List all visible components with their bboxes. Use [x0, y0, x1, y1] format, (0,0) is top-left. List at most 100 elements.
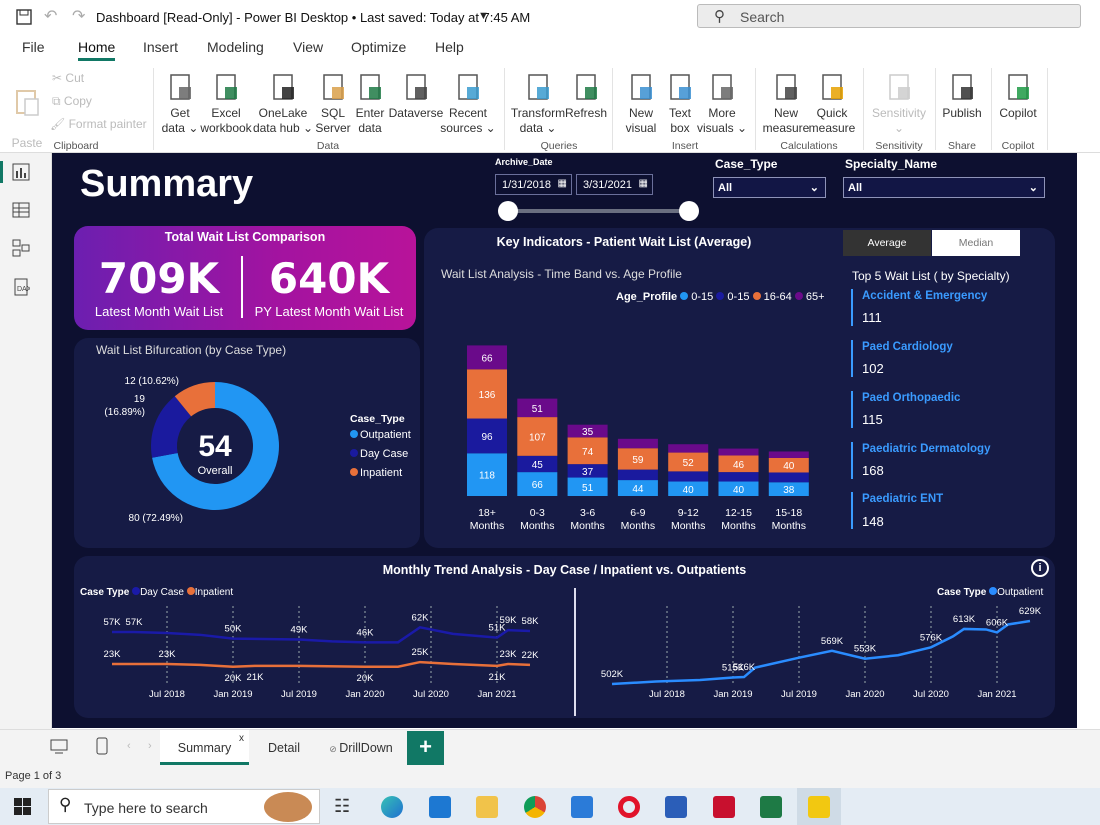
tab-detail[interactable]: Detail: [252, 730, 316, 765]
undo-icon[interactable]: ↶: [44, 6, 57, 26]
legend-item[interactable]: Outpatient: [986, 587, 1043, 598]
bar-segment: [618, 439, 658, 448]
copy-button[interactable]: ⧉ Copy: [52, 94, 92, 109]
specialty-name-dropdown[interactable]: All⌄: [843, 177, 1045, 198]
menu-help[interactable]: Help: [435, 39, 464, 55]
dax-query-view-icon[interactable]: DAX: [12, 278, 30, 296]
legend-item[interactable]: Inpatient: [350, 467, 411, 479]
legend-item[interactable]: 0-15: [677, 291, 713, 303]
add-page-button[interactable]: +: [407, 731, 444, 765]
close-tab-icon[interactable]: x: [239, 733, 244, 744]
latest-month-label: Latest Month Wait List: [74, 304, 244, 319]
x-axis-tick-label: Months: [470, 520, 504, 532]
store-icon[interactable]: [571, 796, 593, 818]
previous-page-icon[interactable]: ‹: [127, 740, 131, 752]
legend-item[interactable]: Day Case: [129, 587, 184, 598]
sensitivity-button[interactable]: Sensitivity ⌄: [863, 72, 935, 136]
legend-label: 0-15: [691, 291, 713, 303]
mobile-layout-icon[interactable]: [96, 737, 108, 755]
taskbar-search-box[interactable]: ⚲ Type here to search: [48, 789, 320, 824]
tab-summary[interactable]: Summary x: [160, 730, 249, 765]
table-view-icon[interactable]: [12, 201, 30, 219]
word-icon[interactable]: [665, 796, 687, 818]
search-box[interactable]: ⚲ Search: [697, 4, 1081, 28]
legend-item[interactable]: 0-15: [713, 291, 749, 303]
bar-data-label: 52: [683, 458, 695, 469]
save-icon[interactable]: [16, 9, 32, 25]
desktop-layout-icon[interactable]: [50, 739, 68, 755]
cut-button[interactable]: ✂ Cut: [52, 71, 84, 85]
task-view-icon[interactable]: ☷: [334, 796, 350, 817]
menu-view[interactable]: View: [293, 39, 323, 55]
quick-measure-button[interactable]: Quick measure: [796, 72, 868, 136]
legend-dot: [989, 587, 997, 595]
date-range-start-handle[interactable]: [498, 201, 518, 221]
calendar-icon[interactable]: ▦: [639, 178, 648, 189]
average-toggle-button[interactable]: Average: [843, 230, 931, 256]
key-indicators-title: Key Indicators - Patient Wait List (Aver…: [424, 235, 824, 249]
chrome-icon[interactable]: [524, 796, 546, 818]
menu-insert[interactable]: Insert: [143, 39, 178, 55]
windows-start-icon[interactable]: [14, 798, 31, 815]
tab-drilldown[interactable]: ⊘ DrillDown: [318, 730, 404, 765]
excel-icon[interactable]: [760, 796, 782, 818]
donut-center-label: Overall: [198, 465, 233, 477]
format-painter-button[interactable]: 🖌 Format painter: [50, 117, 147, 131]
bar-data-label: 51: [582, 483, 594, 494]
calendar-icon[interactable]: ▦: [558, 178, 567, 189]
bar-chart-title: Wait List Analysis - Time Band vs. Age P…: [441, 267, 682, 281]
file-explorer-icon[interactable]: [476, 796, 498, 818]
title-dropdown-icon[interactable]: ▼: [478, 10, 489, 22]
acrobat-icon[interactable]: [713, 796, 735, 818]
specialty-name[interactable]: Paed Cardiology: [862, 341, 953, 353]
redo-icon[interactable]: ↷: [72, 6, 85, 26]
more-visuals-icon: [707, 72, 737, 102]
menu-home[interactable]: Home: [78, 39, 115, 61]
legend-title: Case Type: [80, 587, 129, 598]
copilot-button[interactable]: Copilot: [982, 72, 1054, 121]
legend-item[interactable]: Inpatient: [184, 587, 233, 598]
specialty-name-value: All: [848, 182, 862, 194]
edge-icon[interactable]: [381, 796, 403, 818]
tab-label: DrillDown: [339, 741, 392, 755]
legend-label: 65+: [806, 291, 825, 303]
menu-modeling[interactable]: Modeling: [207, 39, 264, 55]
donut-data-label: 80 (72.49%): [129, 513, 183, 524]
model-view-icon[interactable]: [12, 239, 30, 257]
specialty-name[interactable]: Accident & Emergency: [862, 290, 987, 302]
specialty-name[interactable]: Paediatric Dermatology: [862, 443, 990, 455]
median-toggle-button[interactable]: Median: [932, 230, 1020, 256]
tab-label: Summary: [178, 741, 231, 755]
legend-label: Inpatient: [360, 467, 402, 479]
trend-title: Monthly Trend Analysis - Day Case / Inpa…: [74, 563, 1055, 577]
legend-label: 16-64: [764, 291, 792, 303]
specialty-name[interactable]: Paediatric ENT: [862, 493, 943, 505]
report-view-icon[interactable]: [12, 163, 30, 181]
power-bi-icon[interactable]: [808, 796, 830, 818]
case-type-dropdown[interactable]: All⌄: [713, 177, 826, 198]
next-page-icon[interactable]: ›: [148, 740, 152, 752]
info-icon[interactable]: i: [1031, 559, 1049, 577]
start-date-input[interactable]: 1/31/2018▦: [495, 174, 572, 195]
legend-item[interactable]: Day Case: [350, 448, 411, 460]
legend-item[interactable]: Outpatient: [350, 429, 411, 441]
legend-item[interactable]: 65+: [792, 291, 825, 303]
bar-segment: [618, 470, 658, 480]
x-axis-tick-label: Months: [721, 520, 755, 532]
excel-workbook-label: Excel workbook: [200, 106, 251, 135]
title-bar: ↶ ↷ Dashboard [Read-Only] - Power BI Des…: [0, 0, 1100, 33]
more-visuals-button[interactable]: More visuals ⌄: [686, 72, 758, 136]
legend-item[interactable]: 16-64: [749, 291, 791, 303]
date-range-end-handle[interactable]: [679, 201, 699, 221]
mail-icon[interactable]: [429, 796, 451, 818]
x-axis-tick-label: 0-3: [530, 507, 545, 519]
menu-file[interactable]: File: [22, 39, 45, 55]
opera-icon[interactable]: [618, 796, 640, 818]
bar-data-label: 40: [683, 485, 695, 496]
search-icon: ⚲: [714, 7, 725, 25]
recent-sources-button[interactable]: Recent sources ⌄: [432, 72, 504, 136]
end-date-input[interactable]: 3/31/2021▦: [576, 174, 653, 195]
specialty-name[interactable]: Paed Orthopaedic: [862, 392, 960, 404]
menu-optimize[interactable]: Optimize: [351, 39, 406, 55]
x-axis-tick-label: 18+: [478, 507, 496, 519]
